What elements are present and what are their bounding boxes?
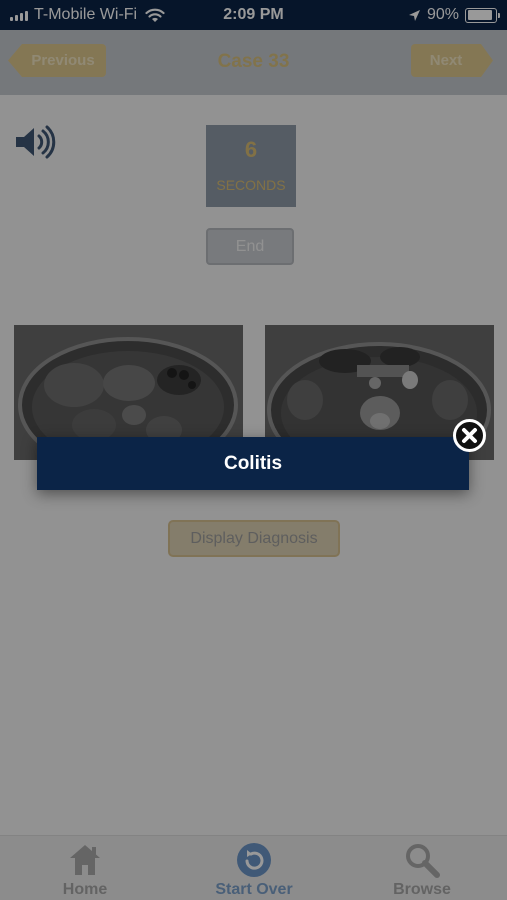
diagnosis-popup: Colitis — [37, 437, 469, 490]
close-popup-button[interactable] — [453, 419, 486, 452]
diagnosis-text: Colitis — [223, 453, 283, 474]
close-icon — [462, 428, 477, 443]
